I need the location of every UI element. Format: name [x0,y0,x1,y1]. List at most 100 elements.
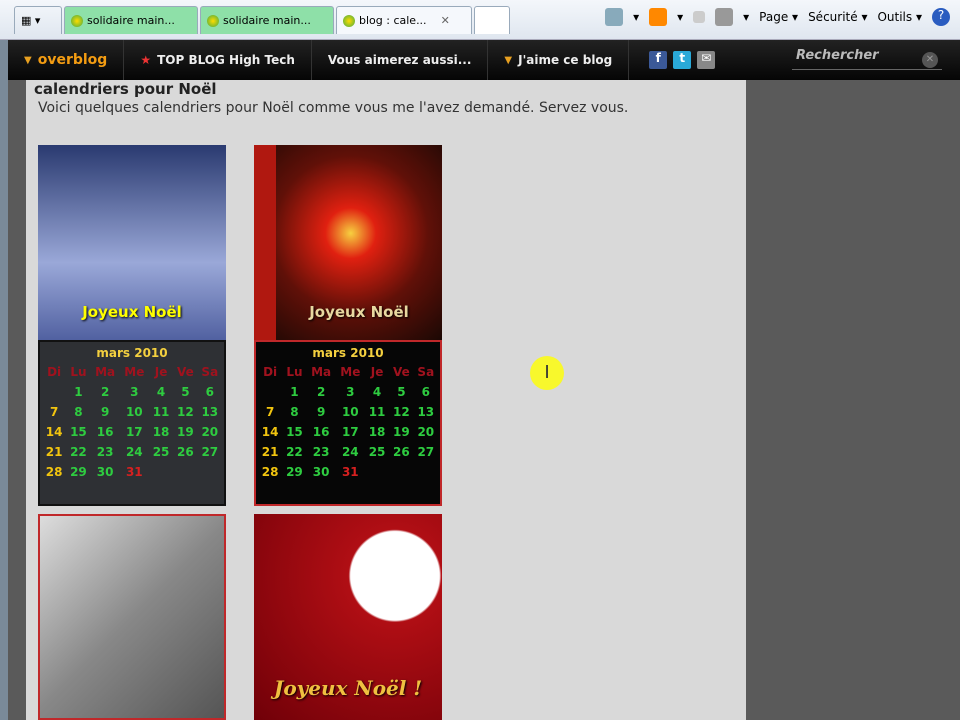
nav-vous-aimerez[interactable]: Vous aimerez aussi... [312,40,489,80]
calendar-image-winter-village[interactable]: Joyeux Noël [38,145,226,341]
calendar-day [414,462,438,482]
site-icon [343,14,355,27]
calendar-day: 29 [70,465,87,479]
page-menu[interactable]: Page ▾ [759,10,798,24]
tab-3-active[interactable]: blog : cale... ✕ [336,6,472,34]
nav-top-blog[interactable]: ★ TOP BLOG High Tech [124,40,312,80]
calendar-day: 6 [205,385,214,399]
calendar-day: 6 [421,385,430,399]
calendar-month: mars 2010 [312,346,384,360]
text-cursor-highlight: I [530,356,564,390]
calendar-day: 26 [393,445,410,459]
tab-1[interactable]: solidaire main... [64,6,198,34]
new-tab-button[interactable] [474,6,510,34]
calendar-day: 22 [70,445,87,459]
calendar-1: mars 2010 Di Lu Ma Me Je Ve Sa 1 2 3 4 5 6 7 8 9 10 11 12 13… [38,340,226,506]
calendar-day: 25 [152,445,170,459]
calendar-day: 15 [286,425,303,439]
dropdown-icon: ▼ [24,54,32,66]
twitter-icon[interactable]: t [673,51,692,69]
weekday-header: Di [263,365,278,379]
rss-icon[interactable] [649,8,668,26]
weekday-header: Me [124,365,145,379]
post-title: calendriers pour Noël [34,80,217,98]
tab-2[interactable]: solidaire main... [200,6,334,34]
calendar-image-candle[interactable]: Joyeux Noël [254,145,442,341]
calendar-day: 13 [201,405,219,419]
calendar-day: 21 [45,445,63,459]
weekday-header: Lu [70,365,87,379]
calendar-day: 30 [96,465,114,479]
calendar-day: 13 [417,405,435,419]
weekday-header: Je [370,365,384,379]
weekday-header: Sa [201,365,219,379]
star-icon: ★ [140,53,152,67]
calendar-day: 14 [45,425,63,439]
calendar-day [258,382,282,402]
dropdown-icon: ▼ [504,54,513,66]
close-tab-icon[interactable]: ✕ [441,14,450,27]
weekday-header: Me [340,365,361,379]
calendar-day: 27 [417,445,435,459]
print-icon[interactable] [715,8,734,26]
calendar-day: 15 [70,425,87,439]
calendar-day: 11 [368,405,386,419]
calendar-month: mars 2010 [96,346,168,360]
calendar-day: 30 [312,465,330,479]
mail-icon[interactable] [693,11,706,23]
search-input[interactable]: Rechercher ✕ [792,46,942,70]
site-icon [207,14,219,27]
tools-menu[interactable]: Outils ▾ [877,10,922,24]
calendar-day: 20 [201,425,219,439]
calendar-day: 20 [417,425,435,439]
calendar-day: 10 [125,405,143,419]
calendar-day: 24 [341,445,359,459]
calendar-day: 24 [125,445,143,459]
calendar-day: 9 [100,405,110,419]
calendar-day: 28 [261,465,279,479]
calendar-day: 2 [316,385,326,399]
calendar-day: 2 [100,385,110,399]
weekday-header: Je [154,365,168,379]
calendar-day: 7 [49,405,59,419]
calendar-day: 12 [393,405,410,419]
home-icon[interactable] [605,8,624,26]
tab-list-button[interactable]: ▦ ▾ [14,6,62,34]
calendar-day: 22 [286,445,303,459]
calendar-day: 16 [96,425,114,439]
site-icon [71,14,83,27]
browser-toolbar: ▦ ▾ solidaire main... solidaire main... … [0,0,960,40]
calendar-day: 18 [152,425,170,439]
calendar-day: 31 [125,465,143,479]
calendar-day [389,462,413,482]
calendar-day: 11 [152,405,170,419]
calendar-image-cat[interactable] [38,514,226,720]
calendar-day: 16 [312,425,330,439]
calendar-day: 31 [341,465,359,479]
security-menu[interactable]: Sécurité ▾ [808,10,867,24]
calendar-day: 5 [181,385,190,399]
weekday-header: Lu [286,365,303,379]
calendar-day: 23 [312,445,330,459]
calendar-day: 8 [290,405,299,419]
email-icon[interactable]: ✉ [697,51,716,69]
calendar-day: 4 [372,385,382,399]
calendar-day: 23 [96,445,114,459]
clear-search-icon[interactable]: ✕ [922,52,938,68]
overblog-logo[interactable]: ▼ overblog [8,40,125,80]
calendar-image-santa[interactable]: Joyeux Noël ! [254,514,442,720]
calendar-day: 17 [125,425,143,439]
calendar-day: 1 [74,385,83,399]
page-border [0,40,8,720]
calendar-day [173,462,197,482]
calendar-day: 27 [201,445,219,459]
help-icon[interactable]: ? [932,8,950,26]
calendar-day: 28 [45,465,63,479]
post-intro: Voici quelques calendriers pour Noël com… [38,100,629,116]
calendar-day: 17 [341,425,359,439]
weekday-header: Ve [393,365,410,379]
facebook-icon[interactable]: f [649,51,668,69]
calendar-day [42,382,66,402]
calendar-day: 3 [130,385,139,399]
nav-jaime[interactable]: ▼ J'aime ce blog [488,40,630,80]
